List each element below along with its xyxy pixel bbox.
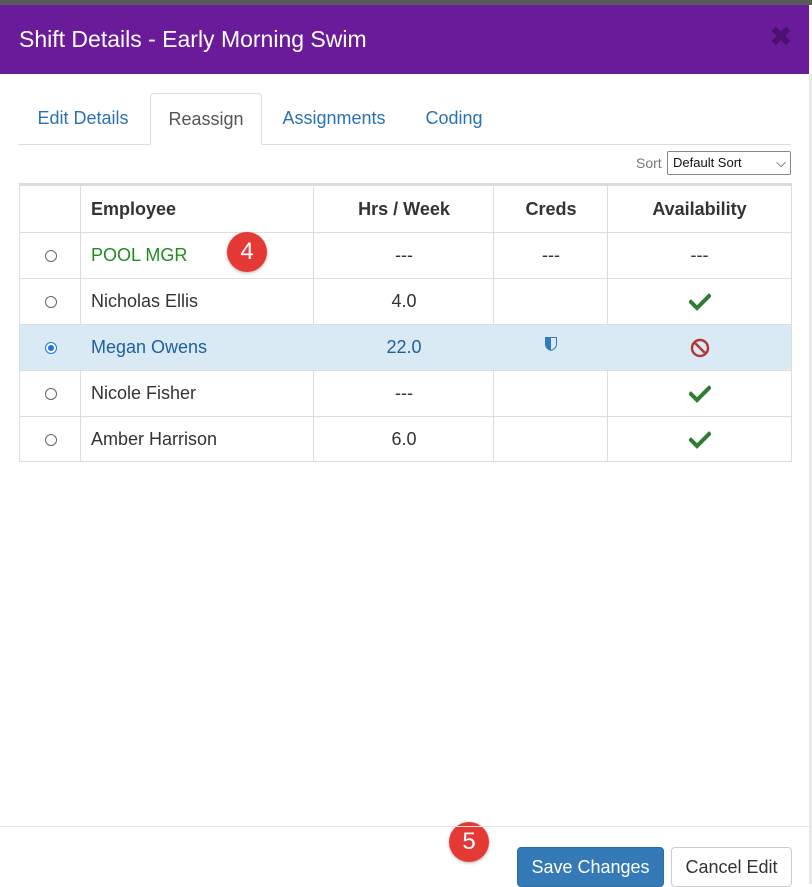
header-select xyxy=(20,186,81,232)
callout-badge-5: 5 xyxy=(449,822,489,862)
modal-header: Shift Details - Early Morning Swim ✖ xyxy=(0,5,809,74)
hours-value: --- xyxy=(395,245,413,265)
tab-coding[interactable]: Coding xyxy=(408,93,500,144)
creds-cell xyxy=(494,325,608,370)
close-icon[interactable]: ✖ xyxy=(769,23,793,51)
tab-assignments[interactable]: Assignments xyxy=(264,93,404,144)
table-header-row: Employee Hrs / Week Creds Availability xyxy=(20,184,791,232)
row-select-cell xyxy=(20,233,81,278)
employee-name: Amber Harrison xyxy=(91,429,218,449)
hours-value: 6.0 xyxy=(391,429,417,449)
table-row[interactable]: POOL MGR --- --- --- xyxy=(20,232,791,278)
employee-name: POOL MGR xyxy=(91,245,188,265)
row-radio[interactable] xyxy=(44,249,57,262)
row-radio-checked[interactable] xyxy=(44,341,57,354)
row-select-cell xyxy=(20,279,81,324)
row-select-cell xyxy=(20,371,81,416)
employee-name: Nicholas Ellis xyxy=(91,291,199,311)
creds-value xyxy=(494,371,608,416)
tab-reassign[interactable]: Reassign xyxy=(150,93,262,145)
header-employee[interactable]: Employee xyxy=(81,186,314,232)
check-icon xyxy=(688,384,711,403)
row-radio[interactable] xyxy=(44,295,57,308)
header-availability[interactable]: Availability xyxy=(608,186,791,232)
header-creds[interactable]: Creds xyxy=(494,186,608,232)
chevron-down-icon: ⌵ xyxy=(776,155,786,170)
sort-dropdown[interactable]: Default Sort ⌵ xyxy=(667,151,791,175)
sort-selected-value: Default Sort xyxy=(673,155,742,170)
check-icon xyxy=(688,292,711,311)
employee-name: Megan Owens xyxy=(91,337,208,357)
table-row[interactable]: Nicholas Ellis 4.0 xyxy=(20,278,791,324)
table-row[interactable]: Nicole Fisher --- xyxy=(20,370,791,416)
row-select-cell xyxy=(20,417,81,462)
callout-badge-4: 4 xyxy=(227,232,267,272)
modal-title: Shift Details - Early Morning Swim xyxy=(19,26,367,52)
sort-label: Sort xyxy=(636,155,662,171)
header-hours[interactable]: Hrs / Week xyxy=(314,186,494,232)
check-icon xyxy=(688,430,711,449)
creds-value: --- xyxy=(542,245,560,265)
hours-value: 22.0 xyxy=(386,337,422,357)
save-changes-button[interactable]: Save Changes xyxy=(517,847,664,887)
creds-value xyxy=(494,279,608,324)
employee-table: Employee Hrs / Week Creds Availability P… xyxy=(19,183,792,462)
creds-value xyxy=(494,417,608,462)
availability-cell xyxy=(608,279,791,324)
employee-name: Nicole Fisher xyxy=(91,383,197,403)
row-select-cell xyxy=(20,325,81,370)
table-row-selected[interactable]: Megan Owens 22.0 xyxy=(20,324,791,370)
footer-divider xyxy=(0,826,809,827)
availability-cell xyxy=(608,371,791,416)
cancel-edit-button[interactable]: Cancel Edit xyxy=(671,847,792,887)
row-radio[interactable] xyxy=(44,387,57,400)
tab-edit-details[interactable]: Edit Details xyxy=(19,93,147,144)
hours-value: 4.0 xyxy=(391,291,417,311)
availability-cell xyxy=(608,325,791,370)
table-row[interactable]: Amber Harrison 6.0 xyxy=(20,416,791,462)
shield-icon xyxy=(545,336,557,351)
row-radio[interactable] xyxy=(44,433,57,446)
hours-value: --- xyxy=(395,383,413,403)
availability-cell xyxy=(608,417,791,462)
tab-bar: Edit Details Reassign Assignments Coding xyxy=(19,93,791,145)
unavailable-icon xyxy=(690,338,709,357)
availability-value: --- xyxy=(690,245,709,265)
